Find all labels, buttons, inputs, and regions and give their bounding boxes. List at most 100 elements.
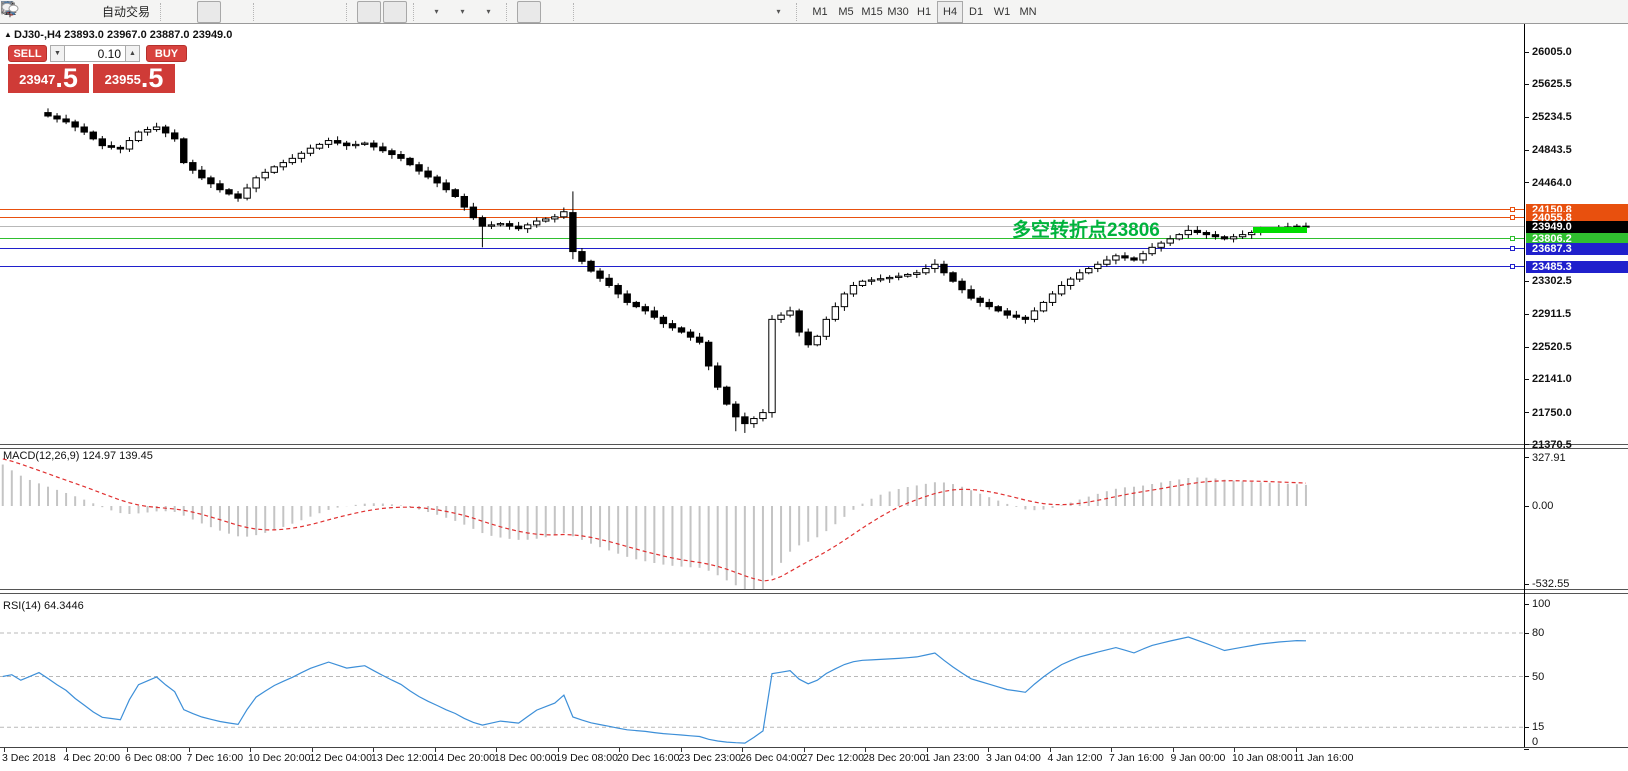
- hline-handle-23485.3[interactable]: [1510, 264, 1515, 269]
- price-tick-mark: [1524, 314, 1529, 315]
- time-axis-tick: [435, 748, 436, 752]
- pane-separator[interactable]: [0, 589, 1628, 594]
- candle-body: [760, 413, 766, 419]
- price-tick-label: 21370.5: [1532, 439, 1572, 451]
- candle-body: [280, 163, 286, 167]
- candle-body: [506, 224, 512, 227]
- macd-tick-mark: [1524, 506, 1529, 507]
- candle-body: [633, 302, 639, 306]
- rsi-tick-mark: [1524, 633, 1529, 634]
- candle-body: [1095, 264, 1101, 268]
- time-axis-label: 7 Dec 16:00: [187, 752, 244, 764]
- time-axis-tick: [1173, 748, 1174, 752]
- hline-handle-23806.2[interactable]: [1510, 236, 1515, 241]
- candles-layer: [45, 108, 1309, 433]
- candle-body: [923, 269, 929, 273]
- candle-body: [235, 194, 241, 198]
- price-tick-mark: [1524, 117, 1529, 118]
- annotation-text[interactable]: 多空转折点23806: [1012, 215, 1160, 242]
- time-axis-label: 12 Dec 04:00: [310, 752, 372, 764]
- time-axis-tick: [127, 748, 128, 752]
- candle-body: [1158, 243, 1164, 247]
- candle-body: [950, 273, 956, 281]
- candle-body: [380, 147, 386, 151]
- candle-body: [534, 221, 540, 225]
- candle-body: [859, 281, 865, 285]
- candle-body: [751, 419, 757, 424]
- candle-body: [1049, 294, 1055, 302]
- candle-body: [72, 122, 78, 127]
- candle-body: [54, 116, 60, 119]
- time-axis-label: 26 Dec 04:00: [740, 752, 802, 764]
- candle-body: [434, 177, 440, 183]
- candle-body: [1131, 258, 1137, 260]
- rsi-layer: [0, 633, 1524, 743]
- time-axis-tick: [927, 748, 928, 752]
- candle-body: [543, 219, 549, 221]
- candle-body: [977, 298, 983, 302]
- hline-handle-24055.8[interactable]: [1510, 215, 1515, 220]
- time-axis-tick: [804, 748, 805, 752]
- candle-body: [181, 139, 187, 163]
- candle-body: [271, 167, 277, 173]
- rsi-tick-label: 0: [1532, 736, 1538, 748]
- candle-body: [769, 319, 775, 412]
- candle-body: [1067, 279, 1073, 285]
- candle-body: [316, 144, 322, 148]
- hline-handle-23687.3[interactable]: [1510, 246, 1515, 251]
- price-tick-label: 26005.0: [1532, 46, 1572, 58]
- time-axis-tick: [1111, 748, 1112, 752]
- time-axis-tick: [312, 748, 313, 752]
- candle-body: [868, 280, 874, 281]
- time-axis-label: 4 Dec 20:00: [64, 752, 121, 764]
- rsi-label: RSI(14) 64.3446: [3, 600, 84, 612]
- candle-body: [715, 366, 721, 387]
- candle-body: [570, 213, 576, 252]
- candle-body: [425, 171, 431, 177]
- trading-terminal-window: { "toolbar": { "order_label": "单", "auto…: [0, 0, 1628, 771]
- candle-body: [1122, 256, 1128, 258]
- candle-body: [190, 163, 196, 171]
- candle-body: [561, 212, 567, 217]
- price-tick-label: 22141.0: [1532, 373, 1572, 385]
- time-axis-label: 9 Jan 00:00: [1171, 752, 1226, 764]
- candle-body: [262, 172, 268, 178]
- candle-body: [515, 226, 521, 229]
- time-axis-label: 7 Jan 16:00: [1109, 752, 1164, 764]
- candle-body: [45, 113, 51, 116]
- candle-body: [407, 158, 413, 164]
- hlines-layer: [0, 210, 1524, 267]
- time-axis-tick: [619, 748, 620, 752]
- candle-body: [986, 302, 992, 306]
- candle-body: [805, 332, 811, 345]
- price-axis-border: [1524, 24, 1525, 747]
- time-axis-tick: [373, 748, 374, 752]
- candle-body: [1167, 239, 1173, 243]
- price-tick-mark: [1524, 281, 1529, 282]
- candle-body: [1194, 230, 1200, 232]
- candle-body: [144, 130, 150, 133]
- candle-body: [968, 290, 974, 298]
- candle-body: [470, 207, 476, 218]
- time-axis-separator: [0, 747, 1628, 748]
- price-line-label: 23949.0: [1526, 221, 1628, 233]
- rsi-tick-mark: [1524, 604, 1529, 605]
- candle-body: [995, 307, 1001, 311]
- price-tick-label: 22911.5: [1532, 308, 1571, 320]
- time-axis-label: 28 Dec 20:00: [863, 752, 925, 764]
- candle-body: [1212, 235, 1218, 237]
- pane-separator[interactable]: [0, 444, 1628, 449]
- candle-body: [642, 307, 648, 311]
- highlight-bar[interactable]: [1253, 227, 1307, 233]
- candle-body: [488, 225, 494, 226]
- hline-handle-24150.8[interactable]: [1510, 207, 1515, 212]
- time-axis-label: 3 Jan 04:00: [986, 752, 1041, 764]
- time-axis-tick: [66, 748, 67, 752]
- candle-body: [588, 261, 594, 271]
- candle-body: [325, 141, 331, 145]
- time-axis-tick: [558, 748, 559, 752]
- candle-body: [244, 188, 250, 198]
- time-axis-label: 10 Dec 20:00: [248, 752, 310, 764]
- candle-body: [1203, 233, 1209, 235]
- time-axis-tick: [681, 748, 682, 752]
